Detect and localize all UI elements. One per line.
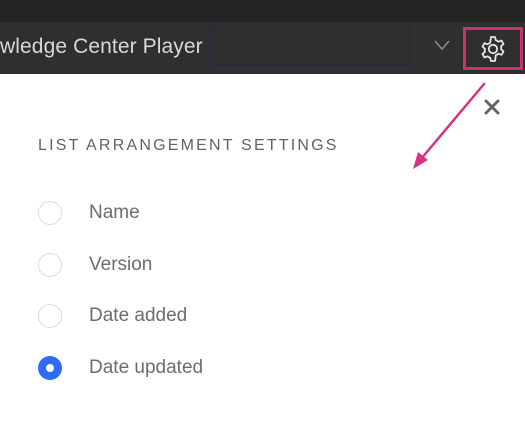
sort-option-name[interactable]: Name [38, 200, 203, 226]
panel-heading: LIST ARRANGEMENT SETTINGS [38, 137, 339, 154]
option-label: Date updated [89, 356, 204, 378]
sort-option-date-added[interactable]: Date added [38, 303, 203, 329]
close-icon[interactable] [482, 97, 502, 117]
radio-button[interactable] [38, 304, 62, 328]
sort-option-date-updated[interactable]: Date updated [38, 355, 203, 381]
radio-button[interactable] [38, 252, 62, 277]
player-header: wledge Center Player [0, 0, 525, 74]
sort-options-list: Name Version Date added Date updated [38, 200, 203, 406]
radio-button[interactable] [38, 201, 62, 225]
chevron-down-icon[interactable] [433, 38, 451, 52]
sort-option-version[interactable]: Version [38, 252, 203, 278]
option-label: Name [89, 202, 140, 223]
app-stage: wledge Center Player LIST ARRANGEMENT SE… [0, 0, 525, 442]
radio-button-selected[interactable] [38, 355, 62, 380]
option-label: Date added [89, 305, 188, 326]
settings-button[interactable] [463, 27, 523, 70]
gear-icon [481, 35, 505, 62]
player-title: wledge Center Player [0, 35, 203, 58]
header-top-strip [0, 0, 525, 22]
option-label: Version [89, 253, 153, 275]
player-select-field[interactable] [210, 25, 410, 65]
